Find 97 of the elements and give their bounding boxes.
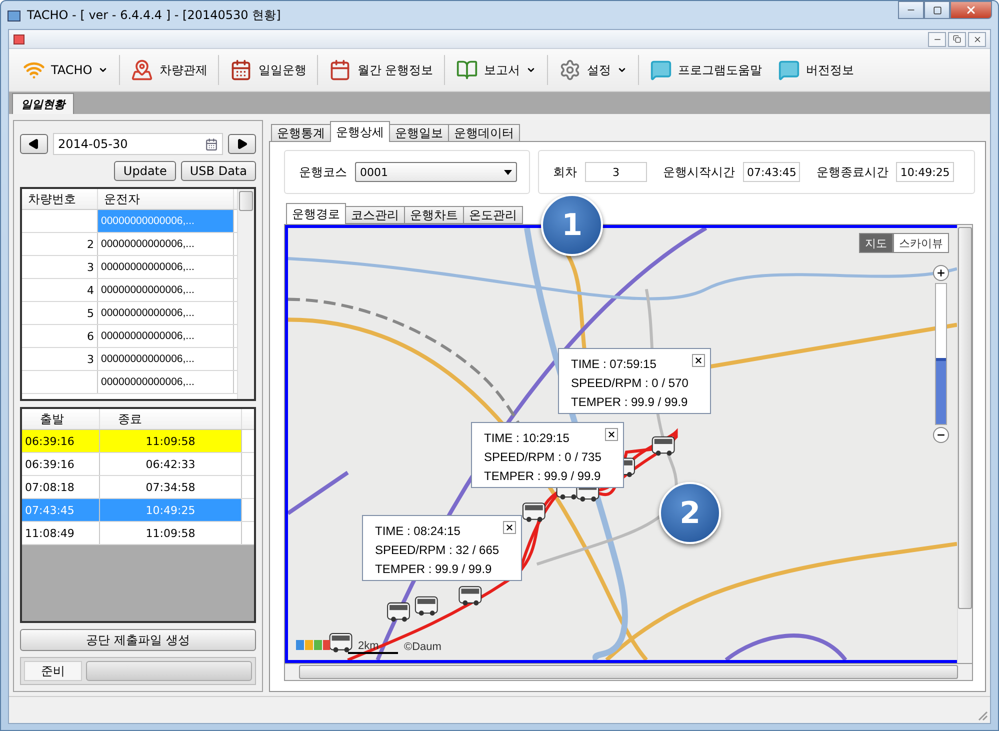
value-field: 10:49:25 <box>896 162 954 182</box>
maximize-icon <box>932 6 942 14</box>
popup-text: SPEED/RPM : 0 / 735 <box>484 450 602 464</box>
gear-icon <box>559 59 582 81</box>
popup-text: SPEED/RPM : 0 / 570 <box>571 376 688 390</box>
horizontal-scrollbar[interactable] <box>284 664 973 681</box>
tab[interactable]: 온도관리 <box>463 206 523 224</box>
restore-button[interactable] <box>948 32 966 46</box>
table-cell[interactable]: 06:39:16 <box>22 430 100 452</box>
vertical-scrollbar[interactable] <box>957 225 972 663</box>
toolbar-button[interactable]: 보고서 <box>448 54 544 86</box>
field-label: 운행종료시간 <box>816 164 888 180</box>
map-type-button[interactable]: 스카이뷰 <box>893 233 949 253</box>
toolbar-button[interactable]: 설정 <box>551 54 636 86</box>
close-icon <box>505 523 514 532</box>
tab[interactable]: 운행일보 <box>389 124 449 142</box>
tab[interactable]: 운행통계 <box>271 124 331 142</box>
document-tab[interactable]: 일일현황 <box>12 93 74 114</box>
popup-text: TEMPER : 99.9 / 99.9 <box>375 562 493 576</box>
close-button[interactable] <box>605 428 618 441</box>
caret-icon <box>98 65 108 75</box>
caret-icon <box>526 65 536 75</box>
popup-text: TIME : 08:24:15 <box>375 524 462 538</box>
close-icon <box>607 430 616 439</box>
dropdown-value: 0001 <box>360 166 388 178</box>
popup-text: TIME : 07:59:15 <box>571 357 658 371</box>
map-logo-icon <box>296 638 330 652</box>
tab[interactable]: 운행데이터 <box>448 124 520 142</box>
vertical-scrollbar[interactable] <box>237 189 254 399</box>
tab[interactable]: 운행상세 <box>330 121 390 142</box>
table-cell[interactable]: 00000000000006,... <box>98 279 234 301</box>
table-cell[interactable]: 00000000000006,... <box>98 233 234 255</box>
toolbar-button[interactable]: 프로그램도움말 <box>642 54 770 86</box>
field-label: 회차 <box>553 164 577 180</box>
value-field: 3 <box>585 162 647 182</box>
table-cell[interactable]: 00000000000006,... <box>98 256 234 278</box>
toolbar-button[interactable]: 차량관제 <box>123 54 216 86</box>
toolbar-button[interactable]: 버전정보 <box>770 54 862 86</box>
popup-text: TIME : 10:29:15 <box>484 431 570 445</box>
calendar-icon <box>329 59 352 81</box>
popup-text: SPEED/RPM : 32 / 665 <box>375 543 500 557</box>
close-icon <box>965 4 977 16</box>
tab[interactable]: 운행차트 <box>404 206 464 224</box>
speech-bubble-icon <box>650 59 672 81</box>
restore-icon <box>953 35 961 43</box>
previous-button[interactable] <box>20 134 48 154</box>
table-cell[interactable]: 00000000000006,... <box>98 302 234 324</box>
toolbar-button[interactable]: 월간 운행정보 <box>321 54 442 86</box>
action-button[interactable]: Update <box>114 161 176 181</box>
table-cell[interactable]: 00000000000006,... <box>98 325 234 347</box>
column-header: 운전자 <box>98 189 234 209</box>
zoom-out-button[interactable] <box>933 427 949 443</box>
zoom-slider[interactable] <box>935 283 947 425</box>
triangle-right-icon <box>236 138 248 150</box>
close-icon <box>694 356 704 365</box>
tab[interactable]: 코스관리 <box>345 206 405 224</box>
popup-text: TEMPER : 99.9 / 99.9 <box>571 395 688 409</box>
close-button[interactable] <box>692 354 706 367</box>
speech-bubble-icon <box>778 59 800 81</box>
field-label: 운행코스 <box>299 164 347 180</box>
book-icon <box>456 59 478 81</box>
dropdown-arrow-icon <box>504 170 512 174</box>
table-cell[interactable]: 11:09:58 <box>100 430 242 452</box>
field-label: 운행시작시간 <box>663 164 735 180</box>
caret-icon <box>617 65 628 75</box>
next-button[interactable] <box>228 134 256 154</box>
column-header: 출발 <box>22 409 100 429</box>
generate-file-button[interactable]: 공단 제출파일 생성 <box>20 629 256 651</box>
course-dropdown[interactable]: 0001 <box>355 162 517 182</box>
map-scale: 2km <box>348 640 398 654</box>
column-header: 종료 <box>100 409 242 429</box>
triangle-left-icon <box>28 138 40 150</box>
column-header: 차량번호 <box>22 189 98 209</box>
toolbar-button[interactable]: 일일운행 <box>222 54 314 86</box>
table-cell[interactable]: 00000000000006,... <box>98 348 234 370</box>
resize-grip-icon <box>976 709 988 721</box>
map-copyright: ©Daum <box>404 641 442 653</box>
close-button[interactable] <box>503 521 516 534</box>
action-button[interactable]: USB Data <box>180 161 256 181</box>
plus-icon <box>936 268 946 278</box>
close-icon <box>972 34 982 44</box>
date-picker[interactable]: 2014-05-30 <box>53 133 223 155</box>
zoom-in-button[interactable] <box>933 265 949 281</box>
window-title: TACHO - [ ver - 6.4.4.4 ] - [20140530 현황] <box>27 6 282 24</box>
map-pin-icon <box>131 59 154 81</box>
popup-text: TEMPER : 99.9 / 99.9 <box>484 469 602 483</box>
status-text: 준비 <box>24 661 82 681</box>
calendar-icon <box>205 138 218 150</box>
table-cell[interactable]: 00000000000006,... <box>98 371 234 393</box>
tab[interactable]: 운행경로 <box>286 203 346 224</box>
map-type-button[interactable]: 지도 <box>859 233 893 253</box>
maximize-button[interactable] <box>924 1 950 19</box>
toolbar-button[interactable]: TACHO <box>15 54 116 86</box>
value-field: 07:43:45 <box>743 162 800 182</box>
app-icon <box>7 8 21 22</box>
calendar-icon <box>230 59 252 81</box>
document-icon <box>13 33 25 45</box>
